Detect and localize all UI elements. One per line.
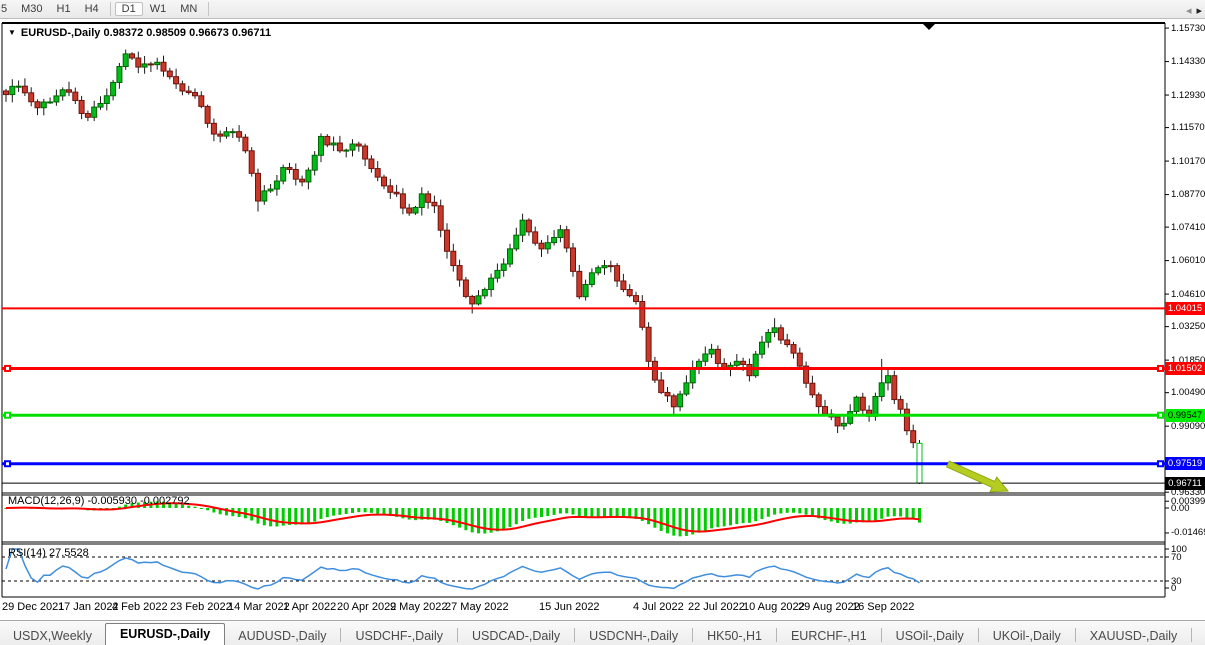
tab-usdx-weekly[interactable]: USDX,Weekly [0, 626, 105, 645]
chart-ohlc-values: 0.98372 0.98509 0.96673 0.96711 [103, 27, 271, 39]
time-axis-label: 15 Jun 2022 [539, 601, 600, 613]
tab-hk50-h1[interactable]: HK50-,H1 [694, 626, 775, 645]
tab-usoil-daily[interactable]: USOil-,Daily [883, 626, 977, 645]
symbol-tabbar: USDX,WeeklyEURUSD-,DailyAUDUSD-,DailyUSD… [0, 620, 1205, 645]
chart-dropdown-icon[interactable]: ▼ [8, 28, 16, 37]
price-badge-1.04015: 1.04015 [1165, 302, 1205, 315]
tab-separator [881, 628, 882, 642]
tab-scroll-left-icon[interactable]: ◂ [1186, 5, 1192, 17]
rsi-name: RSI(14) [8, 547, 46, 559]
time-axis-label: 10 Aug 2022 [743, 601, 805, 613]
time-axis-label: 27 May 2022 [445, 601, 509, 613]
tab-separator [1191, 628, 1192, 642]
candlesticks [4, 50, 923, 484]
chart-header: ▼ EURUSD-,Daily 0.98372 0.98509 0.96673 0… [8, 27, 271, 39]
price-tick: 1.15730 [1171, 23, 1205, 34]
time-axis-label: 9 May 2022 [390, 601, 447, 613]
price-tick: 1.12930 [1171, 90, 1205, 101]
rsi-axis-tick: 0 [1171, 583, 1176, 594]
tab-usdcad-daily[interactable]: USDCAD-,Daily [459, 626, 573, 645]
price-tick: 1.03250 [1171, 321, 1205, 332]
price-tick: 1.08770 [1171, 189, 1205, 200]
macd-values: -0.005930 -0.002792 [87, 495, 189, 507]
macd-label: MACD(12,26,9) -0.005930 -0.002792 [8, 495, 190, 507]
tab-separator [574, 628, 575, 642]
price-tick: 1.00490 [1171, 387, 1205, 398]
time-axis-label: 4 Jul 2022 [633, 601, 684, 613]
rsi-line [6, 549, 920, 589]
time-axis-label: 29 Dec 2021 [2, 601, 64, 613]
time-axis-label: 29 Aug 2022 [798, 601, 860, 613]
mt4-chart-window: 5M30H1H4D1W1MN ▼EURUSD-,Daily 0.98372 0.… [0, 0, 1205, 645]
tab-ukoil-da[interactable]: UKOil-,Da [1193, 626, 1205, 645]
chart-title: EURUSD-,Daily [21, 27, 100, 39]
down-arrow-annotation[interactable] [947, 461, 1008, 492]
time-axis-label: 20 Apr 2022 [337, 601, 396, 613]
macd-axis-tick: 0.00 [1171, 503, 1190, 514]
scroll-position-marker-icon [923, 24, 935, 30]
tab-usdcnh-daily[interactable]: USDCNH-,Daily [576, 626, 691, 645]
time-axis-label: 23 Feb 2022 [170, 601, 232, 613]
rsi-value: 27.5528 [49, 547, 89, 559]
tab-usdchf-daily[interactable]: USDCHF-,Daily [342, 626, 456, 645]
price-badge-0.97519: 0.97519 [1165, 457, 1205, 470]
macd-name: MACD(12,26,9) [8, 495, 84, 507]
price-badge-1.01502: 1.01502 [1165, 362, 1205, 375]
tab-separator [1075, 628, 1076, 642]
price-badge-0.96711: 0.96711 [1165, 477, 1205, 490]
tab-eurusd-daily[interactable]: EURUSD-,Daily [105, 623, 225, 645]
tab-ukoil-daily[interactable]: UKOil-,Daily [980, 626, 1074, 645]
time-axis-label: 17 Jan 2022 [58, 601, 119, 613]
price-tick: 1.07410 [1171, 222, 1205, 233]
price-tick: 1.04610 [1171, 289, 1205, 300]
tab-eurchf-h1[interactable]: EURCHF-,H1 [778, 626, 880, 645]
tab-separator [776, 628, 777, 642]
tab-separator [457, 628, 458, 642]
rsi-label: RSI(14) 27.5528 [8, 547, 89, 559]
time-axis-label: 4 Feb 2022 [112, 601, 168, 613]
time-axis-label: 14 Mar 2022 [228, 601, 290, 613]
price-tick: 1.11570 [1171, 122, 1205, 133]
tab-separator [978, 628, 979, 642]
rsi-axis-tick: 70 [1171, 552, 1182, 563]
time-axis-label: 22 Jul 2022 [688, 601, 745, 613]
price-tick: 1.14330 [1171, 56, 1205, 67]
time-axis-label: 16 Sep 2022 [852, 601, 914, 613]
macd-signal-line [6, 503, 920, 531]
price-tick: 1.10170 [1171, 156, 1205, 167]
tab-audusd-daily[interactable]: AUDUSD-,Daily [225, 626, 339, 645]
tab-scroll-arrows: ◂▸ [1186, 4, 1202, 17]
tab-scroll-right-icon[interactable]: ▸ [1196, 5, 1202, 17]
price-badge-0.99547: 0.99547 [1165, 409, 1205, 422]
tab-separator [692, 628, 693, 642]
price-tick: 0.99090 [1171, 421, 1205, 432]
price-tick: 1.06010 [1171, 255, 1205, 266]
chart-canvas[interactable] [0, 0, 1205, 645]
tab-xauusd-daily[interactable]: XAUUSD-,Daily [1077, 626, 1191, 645]
macd-axis-tick: -0.01469 [1171, 527, 1205, 538]
time-axis-label: 1 Apr 2022 [283, 601, 336, 613]
tab-separator [340, 628, 341, 642]
